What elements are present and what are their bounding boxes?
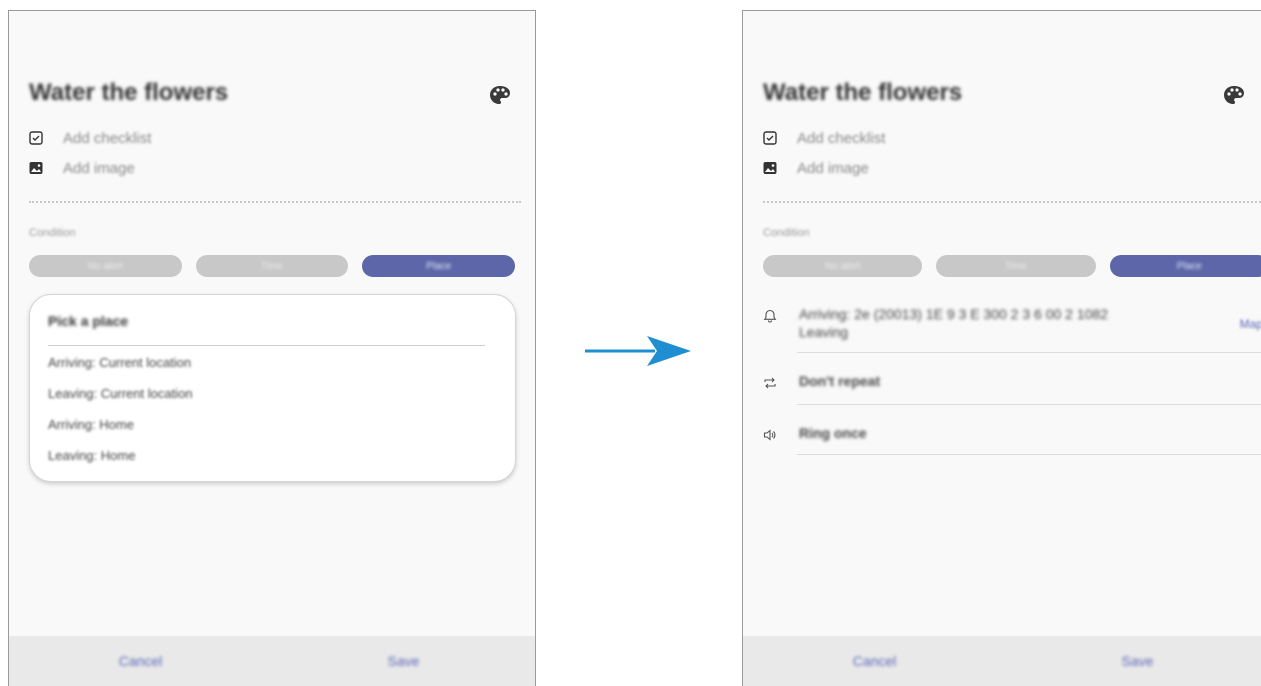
no-alert-pill[interactable]: No alert: [29, 255, 182, 277]
save-button[interactable]: Save: [272, 653, 535, 669]
place-option-leaving-current[interactable]: Leaving: Current location: [48, 386, 193, 401]
popup-title: Pick a place: [48, 313, 129, 329]
condition-selector: No alert Time Place: [763, 255, 1261, 277]
no-alert-pill[interactable]: No alert: [763, 255, 923, 277]
phone-screen-left: Water the flowers Add checklist Add imag…: [8, 10, 536, 686]
divider: [763, 201, 1261, 203]
condition-label: Condition: [29, 227, 76, 239]
map-link[interactable]: Map: [1240, 317, 1261, 331]
image-icon: [763, 162, 777, 174]
phone-screen-right: Water the flowers Add checklist Add imag…: [742, 10, 1261, 686]
sound-text: Ring once: [799, 425, 867, 441]
location-text: Arriving: 2e (20013) 1E 9 3 E 300 2 3 6 …: [799, 306, 1108, 322]
palette-icon[interactable]: [489, 85, 511, 105]
add-image-row[interactable]: Add image: [29, 156, 135, 180]
repeat-text: Don't repeat: [799, 373, 881, 389]
add-checklist-row[interactable]: Add checklist: [29, 126, 151, 150]
cancel-button[interactable]: Cancel: [743, 653, 1006, 669]
place-option-arriving-home[interactable]: Arriving: Home: [48, 417, 134, 432]
palette-icon[interactable]: [1223, 85, 1245, 105]
arrow-right-icon: [585, 336, 691, 366]
add-checklist-row[interactable]: Add checklist: [763, 126, 885, 150]
reminder-title[interactable]: Water the flowers: [763, 79, 962, 107]
speaker-icon: [763, 429, 776, 441]
add-image-label: Add image: [797, 159, 869, 177]
footer-bar: Cancel Save: [9, 636, 535, 686]
add-image-label: Add image: [63, 159, 135, 177]
checkbox-icon: [29, 131, 43, 145]
bell-icon: [763, 309, 777, 323]
repeat-setting-row[interactable]: Don't repeat: [763, 372, 1261, 390]
save-button[interactable]: Save: [1006, 653, 1261, 669]
footer-bar: Cancel Save: [743, 636, 1261, 686]
add-image-row[interactable]: Add image: [763, 156, 869, 180]
time-pill[interactable]: Time: [936, 255, 1096, 277]
condition-selector: No alert Time Place: [29, 255, 516, 277]
location-setting-row[interactable]: Arriving: 2e (20013) 1E 9 3 E 300 2 3 6 …: [763, 305, 1261, 341]
time-pill[interactable]: Time: [195, 255, 349, 277]
row-divider: [797, 454, 1261, 455]
place-option-arriving-current[interactable]: Arriving: Current location: [48, 355, 191, 370]
divider: [29, 201, 521, 203]
checkbox-icon: [763, 131, 777, 145]
place-pill[interactable]: Place: [1109, 255, 1261, 277]
condition-label: Condition: [763, 227, 810, 239]
place-option-leaving-home[interactable]: Leaving: Home: [48, 448, 135, 463]
popup-divider: [48, 345, 485, 346]
place-pill[interactable]: Place: [362, 255, 516, 277]
reminder-title[interactable]: Water the flowers: [29, 79, 228, 107]
repeat-icon: [764, 377, 776, 389]
cancel-button[interactable]: Cancel: [9, 653, 272, 669]
location-text-secondary: Leaving: [799, 324, 849, 340]
row-divider: [797, 352, 1261, 353]
add-checklist-label: Add checklist: [797, 129, 886, 147]
sound-setting-row[interactable]: Ring once: [763, 424, 1261, 442]
pick-place-popup: Pick a place Arriving: Current location …: [29, 294, 516, 482]
image-icon: [29, 162, 43, 174]
row-divider: [797, 404, 1261, 405]
add-checklist-label: Add checklist: [63, 129, 152, 147]
